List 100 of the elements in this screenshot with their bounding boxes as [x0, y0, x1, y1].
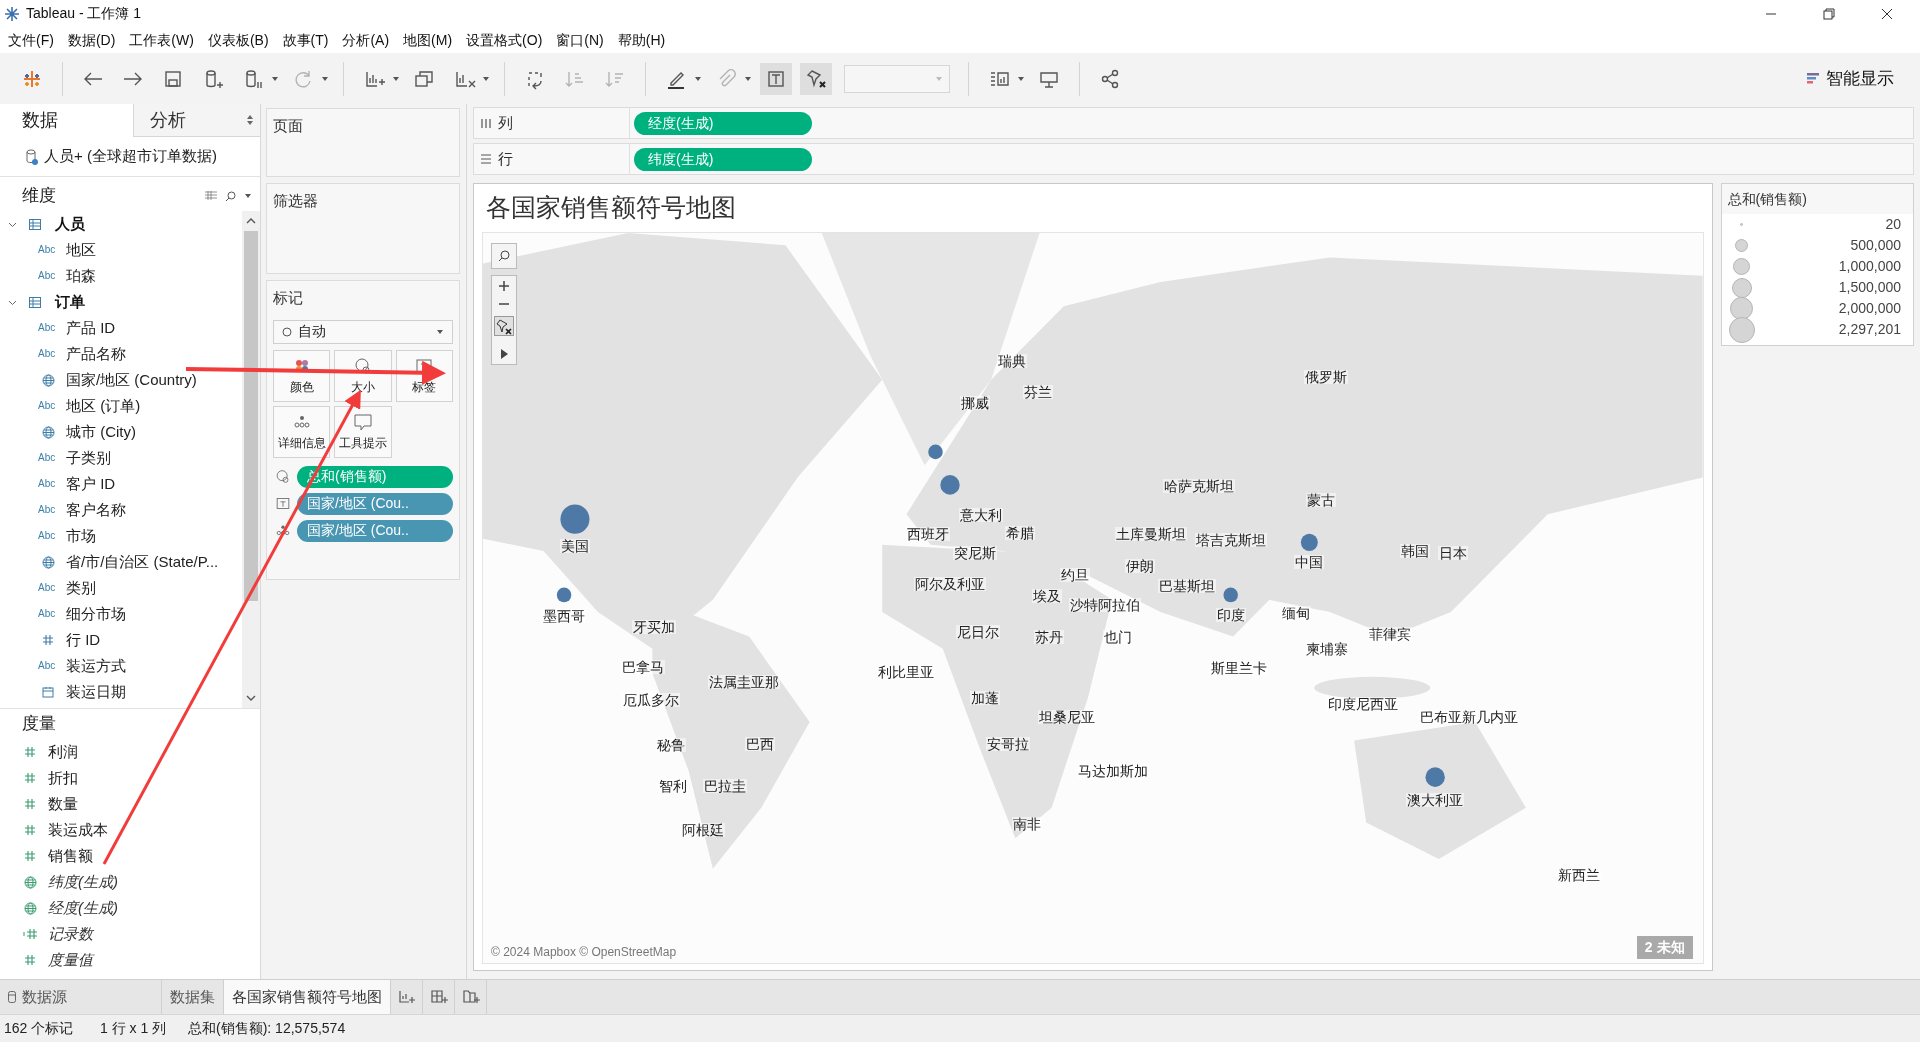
search-icon[interactable]: [225, 190, 236, 202]
menu-item[interactable]: 故事(T): [276, 29, 335, 51]
map-label: 意大利: [959, 508, 1004, 523]
menu-item[interactable]: 文件(F): [2, 29, 60, 51]
folder-item[interactable]: 订单: [55, 290, 85, 314]
scroll-thumb[interactable]: [244, 231, 258, 601]
new-story-icon[interactable]: [461, 989, 480, 1005]
scroll-down-icon[interactable]: [246, 694, 256, 702]
field-item[interactable]: 类别: [66, 576, 96, 600]
field-item[interactable]: 装运成本: [48, 818, 108, 842]
field-item[interactable]: 纬度(生成): [48, 870, 118, 894]
menu-item[interactable]: 设置格式(O): [460, 29, 549, 51]
mark-property-button[interactable]: 工具提示: [334, 405, 392, 458]
show-me-button[interactable]: 智能显示: [1800, 62, 1900, 95]
map-label: 智利: [657, 778, 688, 793]
field-item[interactable]: 行 ID: [66, 628, 101, 652]
map-search-button[interactable]: [491, 243, 517, 269]
field-item[interactable]: 客户 ID: [66, 472, 116, 496]
map-label: 阿根廷: [681, 822, 726, 837]
shelf-label: 行: [498, 148, 513, 169]
unpin-icon[interactable]: [800, 62, 832, 95]
field-item[interactable]: 珀森: [66, 264, 96, 288]
map-label: 也门: [1103, 629, 1134, 644]
scroll-up-icon[interactable]: [246, 217, 256, 225]
field-item[interactable]: 客户名称: [66, 498, 126, 522]
unpin-icon[interactable]: [494, 316, 514, 336]
map-label: 厄瓜多尔: [622, 693, 681, 708]
hash-icon: [24, 798, 36, 810]
map-label: 突尼斯: [953, 546, 998, 561]
map-label: 韩国: [1399, 543, 1430, 558]
field-item[interactable]: 市场: [66, 524, 96, 548]
bar-chart-icon: [1806, 71, 1820, 86]
caret-icon[interactable]: [1017, 75, 1025, 82]
field-item[interactable]: 产品名称: [66, 342, 126, 366]
menu-item[interactable]: 窗口(N): [550, 29, 610, 51]
text-label-icon[interactable]: [760, 62, 792, 95]
caret-icon[interactable]: [744, 75, 752, 82]
field-item[interactable]: 产品 ID: [66, 316, 116, 340]
field-type-label: Abc: [38, 531, 57, 541]
field-item[interactable]: 销售额: [48, 844, 93, 868]
caret-icon[interactable]: [244, 193, 252, 199]
map-label: 巴拿马: [620, 660, 665, 675]
folder-item[interactable]: 人员: [55, 212, 85, 236]
field-item[interactable]: 地区: [66, 238, 96, 262]
field-item[interactable]: 经度(生成): [48, 896, 118, 920]
legend-value: 1,000,000: [1838, 257, 1901, 276]
field-item[interactable]: 折扣: [48, 766, 78, 790]
calendar-icon: [42, 686, 54, 698]
sort-arrows-icon: [246, 114, 254, 126]
card-title: 页面: [272, 116, 304, 136]
count-icon: [22, 928, 38, 940]
rows-icon: [480, 153, 492, 165]
field-item[interactable]: 省/市/自治区 (State/P...: [66, 550, 219, 574]
mark-property-button[interactable]: 颜色: [273, 349, 331, 402]
field-item[interactable]: 记录数: [48, 922, 93, 946]
field-item[interactable]: 子类别: [66, 446, 111, 470]
field-item[interactable]: 地区 (订单): [66, 394, 141, 418]
search-icon: [498, 250, 510, 262]
field-type-label: Abc: [38, 453, 57, 463]
map-label: 俄罗斯: [1304, 370, 1349, 385]
field-item[interactable]: 装运方式: [66, 654, 126, 678]
field-item[interactable]: 国家/地区 (Country): [66, 368, 197, 392]
chart-title: 各国家销售额符号地图: [485, 192, 737, 224]
map-label: 缅甸: [1281, 606, 1312, 621]
field-item[interactable]: 数量: [48, 792, 78, 816]
mark-property-button[interactable]: 详细信息: [273, 405, 331, 458]
caret-icon[interactable]: [392, 75, 400, 82]
globe-icon: [41, 373, 55, 387]
menu-item[interactable]: 数据(D): [61, 29, 122, 51]
map-label: 中国: [1294, 554, 1325, 569]
globe-icon: [41, 425, 55, 439]
menu-item[interactable]: 仪表板(B): [201, 29, 275, 51]
caret-icon[interactable]: [694, 75, 702, 82]
restore-icon[interactable]: [1823, 7, 1835, 20]
menu-item[interactable]: 工作表(W): [123, 29, 200, 51]
field-item[interactable]: 城市 (City): [66, 420, 136, 444]
field-item[interactable]: 利润: [48, 740, 78, 764]
play-icon[interactable]: [499, 348, 509, 360]
data-source-name[interactable]: 人员+ (全球超市订单数据): [44, 145, 217, 168]
sheet-tab[interactable]: 各国家销售额符号地图: [224, 980, 391, 1014]
close-icon[interactable]: [1881, 7, 1893, 20]
menu-item[interactable]: 分析(A): [336, 29, 396, 51]
field-item[interactable]: 细分市场: [66, 602, 126, 626]
field-item[interactable]: 装运日期: [66, 680, 126, 704]
map-label: 菲律宾: [1368, 627, 1413, 642]
mark-type-dropdown[interactable]: 自动: [273, 319, 453, 344]
data-source-icon[interactable]: [26, 148, 38, 165]
menu-item[interactable]: 地图(M): [397, 29, 459, 51]
caret-icon[interactable]: [482, 75, 490, 82]
new-dashboard-icon[interactable]: [429, 989, 448, 1005]
legend-value: 1,500,000: [1838, 278, 1901, 297]
legend-title: 总和(销售额): [1721, 184, 1913, 214]
menu-item[interactable]: 帮助(H): [611, 29, 672, 51]
caret-icon[interactable]: [321, 75, 329, 82]
scrollbar[interactable]: [242, 211, 260, 708]
pane-tab[interactable]: 分析: [132, 104, 260, 137]
field-item[interactable]: 度量值: [48, 948, 93, 972]
zoom-in-icon[interactable]: [498, 280, 510, 292]
caret-icon[interactable]: [271, 75, 279, 82]
new-worksheet-icon[interactable]: [397, 989, 416, 1005]
